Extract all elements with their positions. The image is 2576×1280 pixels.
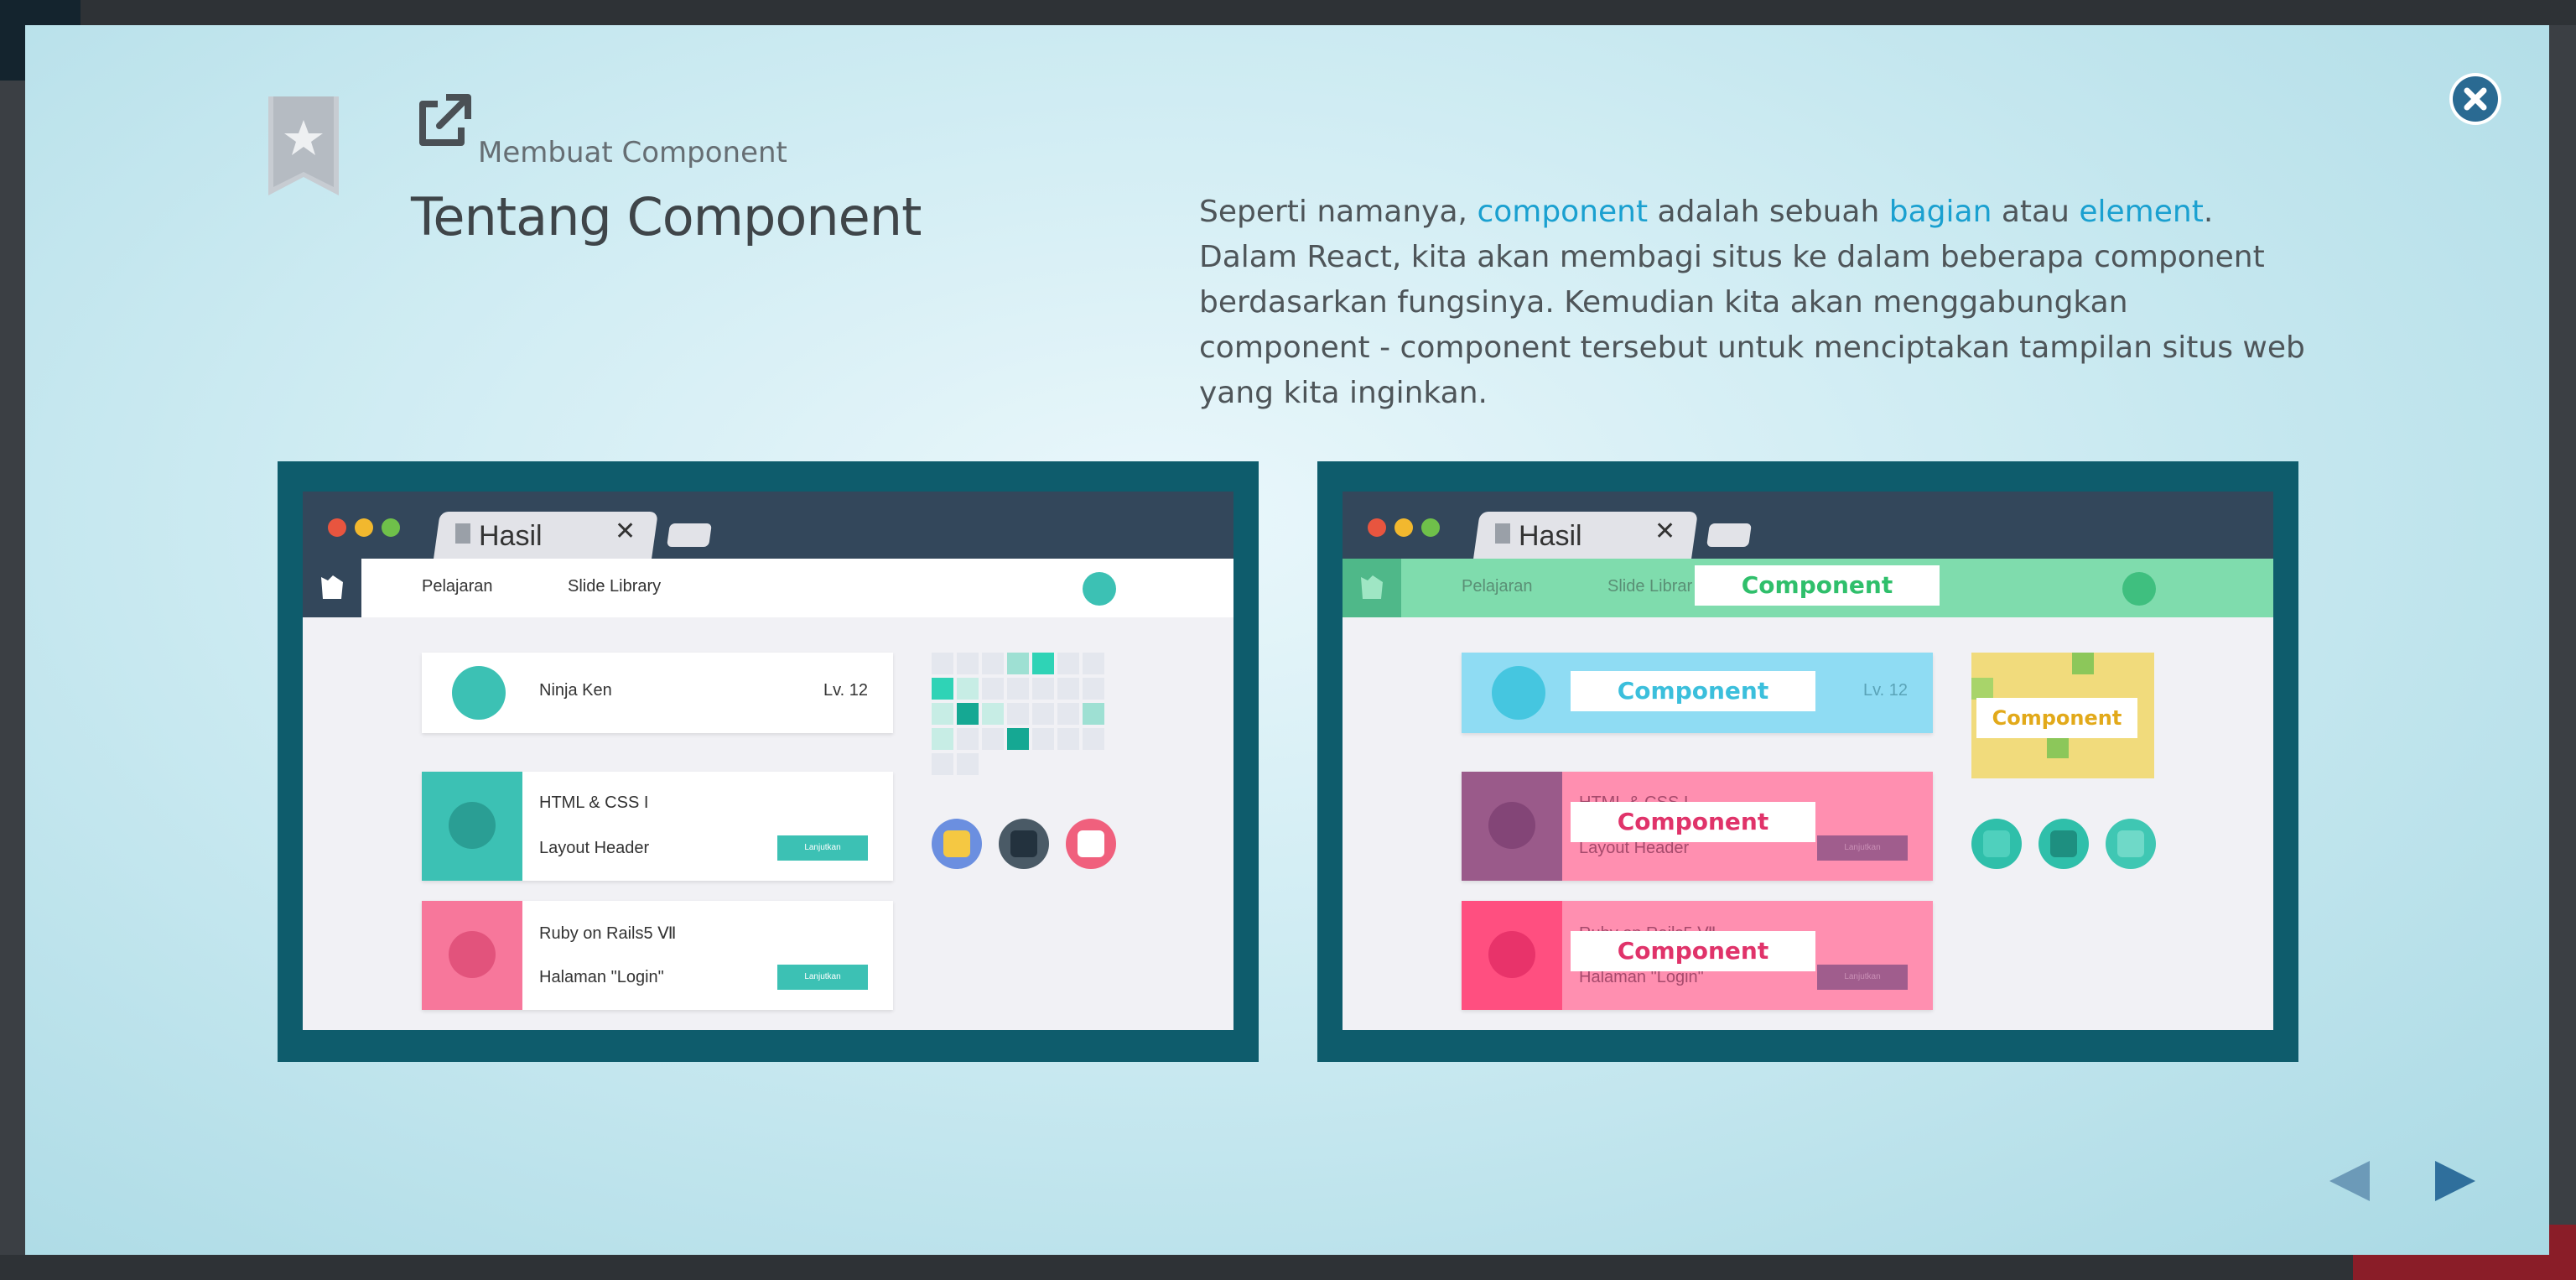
continue-button: Lanjutkan	[1817, 835, 1908, 861]
user-avatar	[1492, 666, 1545, 720]
component-label-user: Component	[1571, 671, 1815, 711]
component-label-course1: Component	[1571, 802, 1815, 842]
course-title: Ruby on Rails5 Ⅶ	[539, 924, 677, 943]
chapter-label: Membuat Component	[478, 136, 787, 169]
illustration-website: Hasil ✕ Pelajaran Slide Library Ninja Ke…	[278, 461, 1259, 1062]
window-maximize-dot	[382, 518, 400, 537]
background-bottom-bar	[0, 1255, 2576, 1280]
arrow-right-icon[interactable]	[2428, 1158, 2479, 1205]
document-icon	[455, 523, 470, 544]
window-close-dot	[328, 518, 346, 537]
user-level: Lv. 12	[1863, 681, 1908, 700]
course-icon	[1488, 931, 1535, 978]
nav-item-pelajaran: Pelajaran	[422, 577, 493, 596]
user-level: Lv. 12	[823, 681, 868, 700]
ninja-logo-icon	[303, 559, 361, 617]
new-tab	[1706, 523, 1752, 547]
nav-item-slide-library: Slide Library	[568, 577, 662, 596]
keyword-bagian: bagian	[1888, 195, 1992, 229]
course-thumbnail	[422, 901, 522, 1010]
user-card: Ninja Ken Lv. 12	[422, 653, 893, 733]
course-thumbnail	[1462, 901, 1562, 1010]
window-minimize-dot	[355, 518, 373, 537]
course-icon	[449, 802, 496, 849]
badge-icon	[1971, 819, 2022, 869]
lesson-description: Seperti namanya, component adalah sebuah…	[1199, 190, 2306, 416]
course-thumbnail	[1462, 772, 1562, 881]
component-label-grid: Component	[1976, 698, 2137, 738]
window-close-dot	[1368, 518, 1386, 537]
course-icon	[1488, 802, 1535, 849]
new-tab	[667, 523, 712, 547]
window-minimize-dot	[1394, 518, 1413, 537]
keyword-component: component	[1477, 195, 1649, 229]
component-label-course2: Component	[1571, 931, 1815, 971]
browser-window: Hasil ✕ Pelajaran Slide Library Ninja Ke…	[303, 492, 1233, 1030]
page-title: Tentang Component	[411, 186, 922, 247]
tab-close-icon: ✕	[1654, 518, 1676, 545]
badge-icon	[932, 819, 982, 869]
window-maximize-dot	[1421, 518, 1440, 537]
description-text: adalah sebuah	[1648, 195, 1889, 229]
star-bookmark-icon[interactable]	[268, 96, 339, 195]
course-title: HTML & CSS I	[539, 793, 649, 812]
badge-icon	[1066, 819, 1116, 869]
continue-button: Lanjutkan	[1817, 965, 1908, 990]
course-card: HTML & CSS I Layout Header Lanjutkan	[422, 772, 893, 881]
course-card: Ruby on Rails5 Ⅶ Halaman "Login" Lanjutk…	[422, 901, 893, 1010]
ninja-logo-icon	[1343, 559, 1401, 617]
course-lesson: Layout Header	[539, 839, 650, 857]
arrow-left-icon[interactable]	[2326, 1158, 2376, 1205]
description-text: atau	[1992, 195, 2080, 229]
user-avatar	[452, 666, 506, 720]
tab-title: Hasil	[479, 520, 543, 552]
keyword-element: element	[2079, 195, 2204, 229]
component-label-navbar: Component	[1695, 565, 1940, 606]
browser-window: Hasil ✕ Pelajaran Slide Librar Component…	[1343, 492, 2273, 1030]
nav-item-slide-library: Slide Librar	[1607, 577, 1693, 596]
slide-modal: Membuat Component Tentang Component Sepe…	[25, 25, 2549, 1255]
badge-icon	[2038, 819, 2089, 869]
tab-title: Hasil	[1519, 520, 1582, 552]
course-thumbnail	[422, 772, 522, 881]
nav-item-pelajaran: Pelajaran	[1462, 577, 1533, 596]
avatar	[2122, 572, 2156, 606]
tab-close-icon: ✕	[615, 518, 636, 545]
course-icon	[449, 931, 496, 978]
badge-icon	[999, 819, 1049, 869]
continue-button: Lanjutkan	[777, 835, 868, 861]
progress-grid	[932, 653, 1116, 778]
document-icon	[1495, 523, 1510, 544]
external-link-icon	[419, 94, 471, 146]
description-text: Seperti namanya,	[1199, 195, 1478, 229]
badge-icon	[2106, 819, 2156, 869]
close-icon[interactable]	[2449, 72, 2502, 126]
avatar	[1083, 572, 1116, 606]
continue-button: Lanjutkan	[777, 965, 868, 990]
background-top-bar	[0, 0, 2576, 25]
user-name: Ninja Ken	[539, 681, 612, 700]
course-lesson: Halaman "Login"	[539, 968, 664, 986]
illustration-components: Hasil ✕ Pelajaran Slide Librar Component…	[1317, 461, 2298, 1062]
